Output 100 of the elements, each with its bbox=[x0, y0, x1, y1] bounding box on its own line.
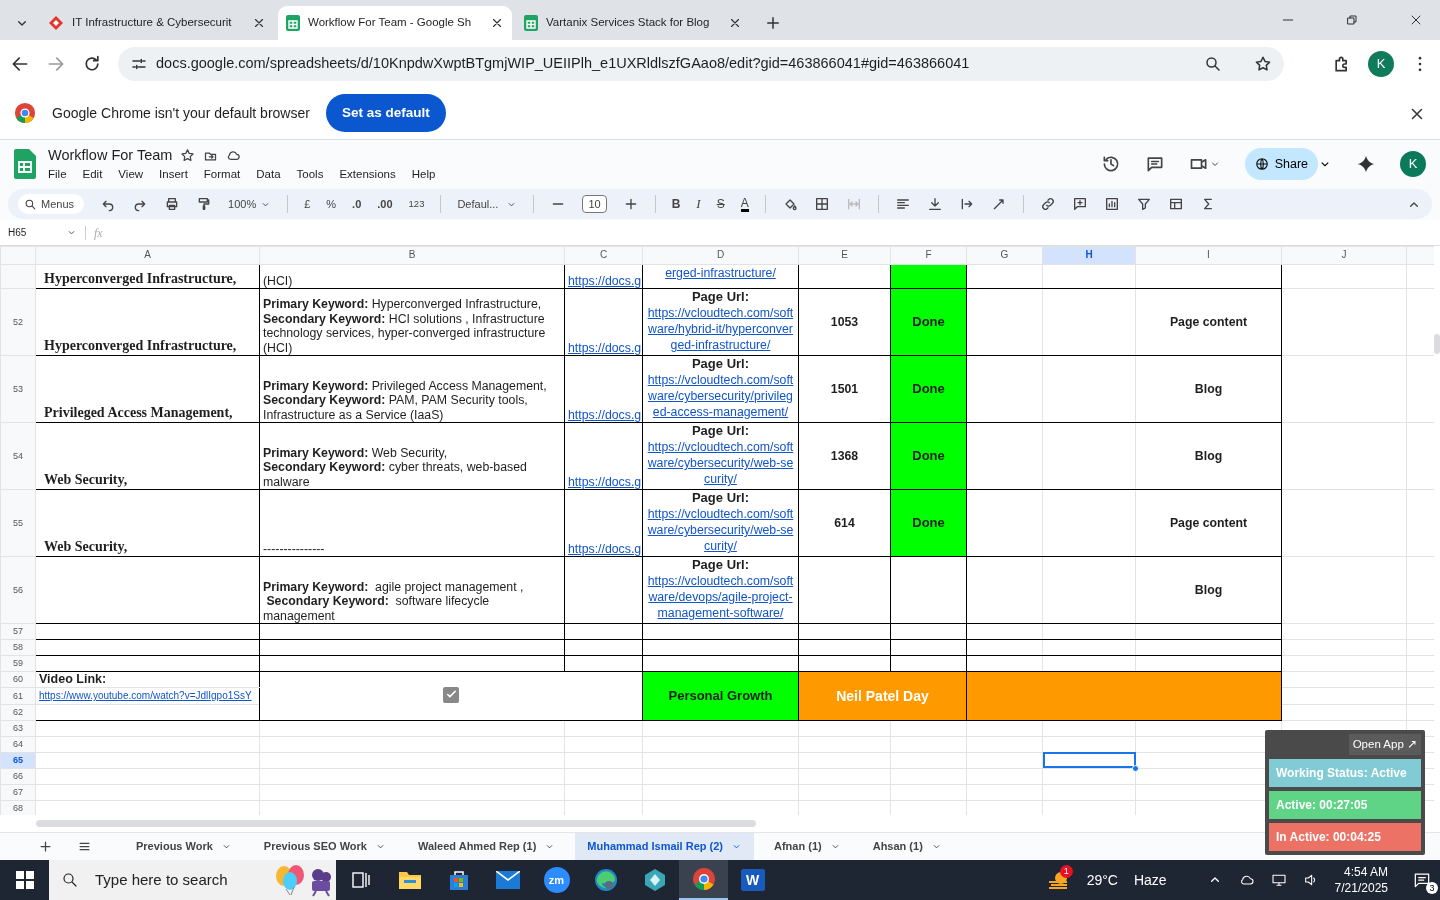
gemini-icon[interactable] bbox=[1356, 154, 1376, 174]
sheet-tab[interactable]: Ahsan (1) bbox=[860, 833, 954, 860]
menu-item[interactable]: Format bbox=[203, 166, 241, 184]
search-icon bbox=[24, 197, 37, 211]
cell-label: Page Url: bbox=[690, 356, 751, 372]
shopping-bag-icon[interactable] bbox=[447, 869, 470, 891]
menu-item[interactable]: Help bbox=[411, 166, 436, 184]
clock-date[interactable]: 7/21/2025 bbox=[1334, 880, 1388, 896]
address-bar[interactable]: docs.google.com/spreadsheets/d/10KnpdwXwptBTgmjWIP_UEIIPlh_e1UXRldlszfGAao8/edit?gid=463866041#gid=463866041 bbox=[118, 46, 1284, 81]
close-icon[interactable] bbox=[728, 16, 742, 30]
column-header[interactable]: C bbox=[564, 246, 643, 265]
font-size-field[interactable]: 10 bbox=[582, 194, 607, 214]
windows-start-icon[interactable] bbox=[15, 871, 34, 889]
table-cell: Web Security, bbox=[42, 471, 130, 488]
star-icon[interactable] bbox=[1254, 54, 1272, 73]
borders-icon[interactable] bbox=[813, 196, 830, 212]
table-cell: Page content bbox=[1135, 288, 1282, 356]
italic-button[interactable]: I bbox=[696, 194, 701, 214]
menu-item[interactable]: Insert bbox=[159, 166, 188, 184]
new-tab-icon[interactable] bbox=[764, 14, 782, 32]
sheet-tab[interactable]: Afnan (1) bbox=[762, 833, 853, 860]
filter-icon[interactable] bbox=[1135, 196, 1152, 212]
add-sheet-icon[interactable] bbox=[38, 839, 53, 854]
align-icon[interactable] bbox=[894, 196, 911, 212]
font-select[interactable]: Defaul... bbox=[457, 195, 499, 213]
table-cell: (HCI) bbox=[259, 264, 565, 289]
zoom-select[interactable]: 100% bbox=[228, 195, 257, 213]
strikethrough-button[interactable]: S bbox=[716, 195, 725, 213]
column-header[interactable]: B bbox=[259, 246, 565, 265]
decrease-decimal-button[interactable]: .0 bbox=[352, 195, 362, 213]
restore-icon[interactable] bbox=[1344, 12, 1360, 28]
column-header[interactable]: A bbox=[35, 246, 260, 265]
document-title[interactable]: Workflow For Team bbox=[48, 144, 173, 167]
increase-decimal-button[interactable]: .00 bbox=[377, 195, 393, 213]
link[interactable]: https://vcloudtech.com/software/hybrid-it/hyperconverged-infrastructure/ bbox=[646, 305, 795, 353]
menu-item[interactable]: Edit bbox=[82, 166, 103, 184]
link[interactable]: https://vcloudtech.com/software/cybersecurity/web-security/ bbox=[646, 506, 795, 554]
profile-avatar[interactable]: K bbox=[1368, 50, 1394, 77]
table-cell: Privileged Access Management, bbox=[42, 404, 235, 421]
column-header[interactable]: H bbox=[1042, 246, 1136, 265]
star-icon[interactable] bbox=[180, 147, 196, 163]
menu-item[interactable]: Extensions bbox=[339, 166, 396, 184]
column-header[interactable]: D bbox=[642, 246, 799, 265]
browser-tab[interactable]: Workflow For Team - Google Sh bbox=[278, 6, 512, 40]
reload-icon[interactable] bbox=[82, 53, 102, 74]
browser-tab[interactable]: IT Infrastructure & Cybersecurit bbox=[40, 6, 274, 40]
column-header[interactable]: I bbox=[1135, 246, 1282, 265]
column-header[interactable]: E bbox=[798, 246, 891, 265]
percent-button[interactable]: % bbox=[326, 195, 337, 213]
browser-tab[interactable]: Vartanix Services Stack for Blog bbox=[516, 6, 750, 40]
open-app-link[interactable]: Open App ↗ bbox=[1348, 734, 1421, 756]
sheet-tab[interactable]: Waleed Ahmed Rep (1) bbox=[405, 833, 568, 860]
link-icon[interactable] bbox=[1039, 196, 1056, 212]
checkbox[interactable] bbox=[443, 686, 459, 703]
taskbar-search[interactable]: Type here to search bbox=[49, 860, 336, 900]
menu-item[interactable]: File bbox=[48, 166, 67, 184]
column-header[interactable]: G bbox=[966, 246, 1043, 265]
edge-icon[interactable] bbox=[593, 868, 618, 892]
menus-search[interactable]: Menus bbox=[18, 193, 85, 215]
table-cell: Video Link: bbox=[35, 671, 260, 688]
scrollbar-thumb[interactable] bbox=[36, 820, 756, 827]
column-header[interactable]: F bbox=[890, 246, 967, 265]
menu-item[interactable]: View bbox=[118, 166, 144, 184]
currency-button[interactable]: £ bbox=[304, 195, 311, 213]
table-cell: 1368 bbox=[798, 422, 891, 490]
link[interactable]: https://vcloudtech.com/software/cybersecurity/privileged-access-management/ bbox=[646, 372, 795, 420]
user-avatar[interactable]: K bbox=[1400, 151, 1426, 177]
menu-item[interactable]: Tools bbox=[296, 166, 324, 184]
name-box[interactable]: H65 bbox=[8, 225, 58, 240]
table-icon[interactable] bbox=[1167, 196, 1184, 212]
fill-handle[interactable] bbox=[1132, 764, 1139, 772]
envelope-icon[interactable] bbox=[495, 871, 520, 889]
scrollbar-thumb[interactable] bbox=[1434, 334, 1440, 354]
sheet-tab[interactable]: Muhammad Ismail Rep (2) bbox=[575, 833, 754, 860]
sheet-tab[interactable]: Previous SEO Work bbox=[251, 833, 398, 860]
vertical-align-icon[interactable] bbox=[926, 196, 943, 212]
word-icon[interactable]: W bbox=[740, 869, 765, 891]
sheet-tab[interactable]: Previous Work bbox=[124, 833, 244, 860]
number-format-button[interactable]: 123 bbox=[408, 196, 425, 212]
link[interactable]: https://vcloudtech.com/software/cybersecurity/web-security/ bbox=[646, 439, 795, 487]
chrome-icon[interactable] bbox=[691, 867, 716, 891]
folder-icon[interactable] bbox=[397, 869, 422, 891]
status-bar: In Active: 00:04:25 bbox=[1269, 823, 1421, 852]
link[interactable]: https://vcloudtech.com/software/devops/agile-project-management-software/ bbox=[646, 573, 795, 621]
clock-time[interactable]: 4:54 AM bbox=[1343, 864, 1388, 880]
close-icon[interactable] bbox=[252, 16, 266, 30]
chart-icon[interactable] bbox=[1103, 196, 1120, 212]
task-view-icon[interactable] bbox=[350, 870, 371, 890]
network-icon[interactable] bbox=[1270, 872, 1287, 888]
text-color-button[interactable]: A bbox=[740, 196, 749, 212]
share-button[interactable]: Share bbox=[1244, 148, 1318, 180]
close-icon[interactable] bbox=[490, 16, 504, 30]
spreadsheet-icon bbox=[286, 15, 300, 31]
bold-button[interactable]: B bbox=[671, 195, 681, 213]
column-header[interactable]: J bbox=[1281, 246, 1407, 265]
menu-item[interactable]: Data bbox=[256, 166, 281, 184]
set-default-button[interactable]: Set as default bbox=[325, 93, 446, 133]
hexagon-app-icon[interactable] bbox=[642, 868, 667, 892]
search-icon[interactable] bbox=[1204, 54, 1222, 73]
add-comment-icon[interactable] bbox=[1071, 196, 1088, 212]
